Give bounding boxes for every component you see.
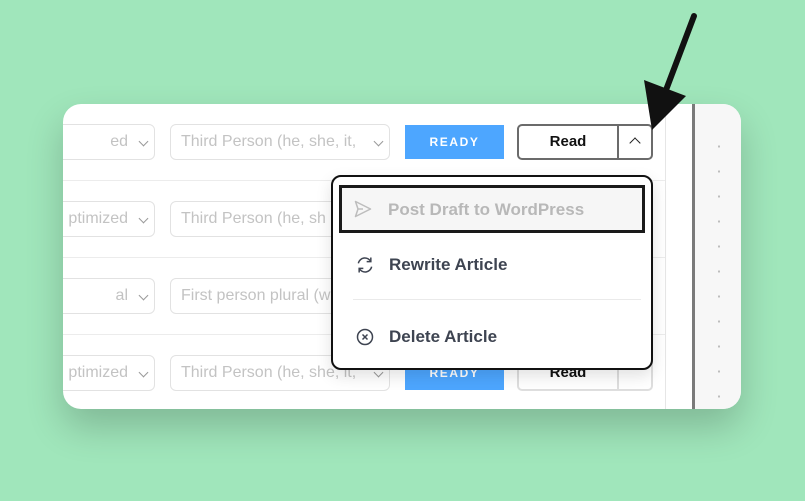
read-split-button: Read	[517, 124, 653, 160]
tone-select[interactable]: ptimized	[63, 355, 155, 391]
chevron-up-icon	[629, 137, 641, 149]
column-divider	[665, 104, 666, 409]
post-draft-to-wordpress-item[interactable]: Post Draft to WordPress	[339, 185, 645, 233]
chevron-down-icon	[138, 290, 149, 301]
article-actions-menu: Post Draft to WordPress Rewrite Article …	[331, 175, 653, 370]
tone-select[interactable]: ed	[63, 124, 155, 160]
tone-select-value: ed	[110, 133, 128, 150]
dotted-guide	[718, 134, 720, 404]
chevron-down-icon	[138, 136, 149, 147]
point-of-view-select-value: Third Person (he, she, it,	[181, 364, 357, 381]
menu-item-label: Post Draft to WordPress	[388, 200, 585, 219]
table-row: ed Third Person (he, she, it, READY Read	[63, 104, 665, 181]
delete-article-item[interactable]: Delete Article	[351, 317, 641, 357]
chevron-down-icon	[138, 213, 149, 224]
rewrite-article-item[interactable]: Rewrite Article	[351, 245, 641, 285]
point-of-view-select[interactable]: Third Person (he, she, it,	[170, 124, 390, 160]
tone-select[interactable]: ptimized	[63, 201, 155, 237]
tone-select-value: al	[115, 287, 128, 304]
point-of-view-select-value: Third Person (he, sh	[181, 210, 326, 227]
annotation-arrow	[644, 13, 697, 130]
status-badge: READY	[405, 125, 504, 159]
menu-separator	[353, 299, 641, 300]
send-icon	[354, 200, 372, 218]
tone-select-value: ptimized	[68, 364, 128, 381]
chevron-down-icon	[373, 136, 384, 147]
chevron-down-icon	[138, 367, 149, 378]
refresh-icon	[357, 257, 373, 273]
close-circle-icon	[356, 328, 374, 346]
tone-select-value: ptimized	[68, 210, 128, 227]
point-of-view-select-value: Third Person (he, she, it,	[181, 133, 357, 150]
point-of-view-select-value: First person plural (w	[181, 287, 331, 304]
read-button[interactable]: Read	[519, 126, 619, 158]
tone-select[interactable]: al	[63, 278, 155, 314]
menu-item-label: Rewrite Article	[389, 255, 508, 274]
menu-item-label: Delete Article	[389, 327, 498, 346]
